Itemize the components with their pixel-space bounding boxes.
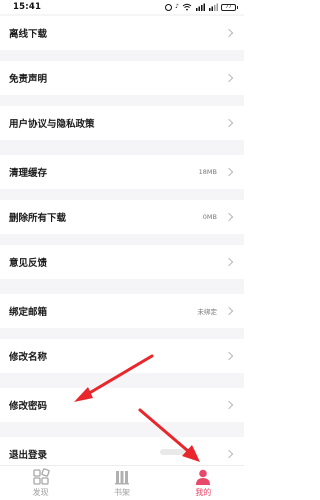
settings-item-label: 清理缓存 bbox=[9, 168, 48, 179]
settings-item-change-password[interactable]: 修改密码 bbox=[0, 388, 244, 422]
tab-label: 我的 bbox=[195, 488, 212, 497]
bottom-tab-bar: 发现 书架 我的 bbox=[0, 465, 244, 500]
hd-signal-icon bbox=[196, 3, 205, 11]
settings-item-label: 修改名称 bbox=[9, 352, 48, 363]
settings-item-delete-all-downloads[interactable]: 删除所有下载 0MB bbox=[0, 200, 244, 234]
status-time: 15:41 bbox=[13, 2, 42, 12]
chevron-right-icon bbox=[224, 257, 234, 267]
chevron-right-icon bbox=[224, 306, 234, 316]
chevron-right-icon bbox=[224, 167, 234, 177]
settings-item-label: 绑定邮箱 bbox=[9, 307, 48, 318]
settings-item-label: 修改密码 bbox=[9, 401, 48, 412]
alarm-icon bbox=[165, 3, 173, 11]
tab-label: 书架 bbox=[113, 488, 130, 497]
signal-icon bbox=[209, 3, 218, 11]
download-size-value: 0MB bbox=[202, 213, 217, 221]
settings-item-label: 意见反馈 bbox=[9, 258, 48, 269]
status-icons: ♪ 77 bbox=[165, 3, 238, 11]
cache-size-value: 18MB bbox=[198, 168, 217, 176]
chevron-right-icon bbox=[224, 351, 234, 361]
profile-icon bbox=[196, 469, 211, 485]
discover-icon bbox=[33, 468, 50, 485]
battery-icon: 77 bbox=[221, 3, 238, 11]
settings-item-user-agreement-privacy[interactable]: 用户协议与隐私政策 bbox=[0, 106, 244, 140]
settings-item-offline-download[interactable]: 离线下载 bbox=[0, 16, 244, 50]
chevron-right-icon bbox=[224, 118, 234, 128]
settings-item-label: 免责声明 bbox=[9, 74, 48, 85]
email-status-value: 未绑定 bbox=[197, 308, 218, 316]
chevron-right-icon bbox=[224, 73, 234, 83]
settings-item-clear-cache[interactable]: 清理缓存 18MB bbox=[0, 155, 244, 189]
tab-discover[interactable]: 发现 bbox=[0, 466, 81, 500]
tab-profile[interactable]: 我的 bbox=[163, 466, 244, 500]
settings-item-disclaimer[interactable]: 免责声明 bbox=[0, 61, 244, 95]
settings-item-bind-email[interactable]: 绑定邮箱 未绑定 bbox=[0, 294, 244, 328]
settings-item-label: 删除所有下载 bbox=[9, 213, 67, 224]
blurred-overlay bbox=[160, 449, 196, 455]
tab-label: 发现 bbox=[32, 488, 49, 497]
settings-item-label: 离线下载 bbox=[9, 29, 48, 40]
status-bar: 15:41 ♪ 77 bbox=[0, 0, 244, 14]
settings-item-feedback[interactable]: 意见反馈 bbox=[0, 245, 244, 279]
bookshelf-icon bbox=[114, 471, 129, 485]
tab-bookshelf[interactable]: 书架 bbox=[81, 466, 162, 500]
wifi-icon bbox=[182, 3, 192, 11]
chevron-right-icon bbox=[224, 212, 234, 222]
mute-icon: ♪ bbox=[175, 3, 179, 10]
settings-item-label: 用户协议与隐私政策 bbox=[9, 119, 95, 130]
chevron-right-icon bbox=[224, 28, 234, 38]
chevron-right-icon bbox=[224, 449, 234, 459]
phone-screen: 15:41 ♪ 77 离线下载 免责声明 用户协议与隐私政策 清理缓存 18MB… bbox=[0, 0, 244, 500]
chevron-right-icon bbox=[224, 400, 234, 410]
settings-item-change-name[interactable]: 修改名称 bbox=[0, 339, 244, 373]
